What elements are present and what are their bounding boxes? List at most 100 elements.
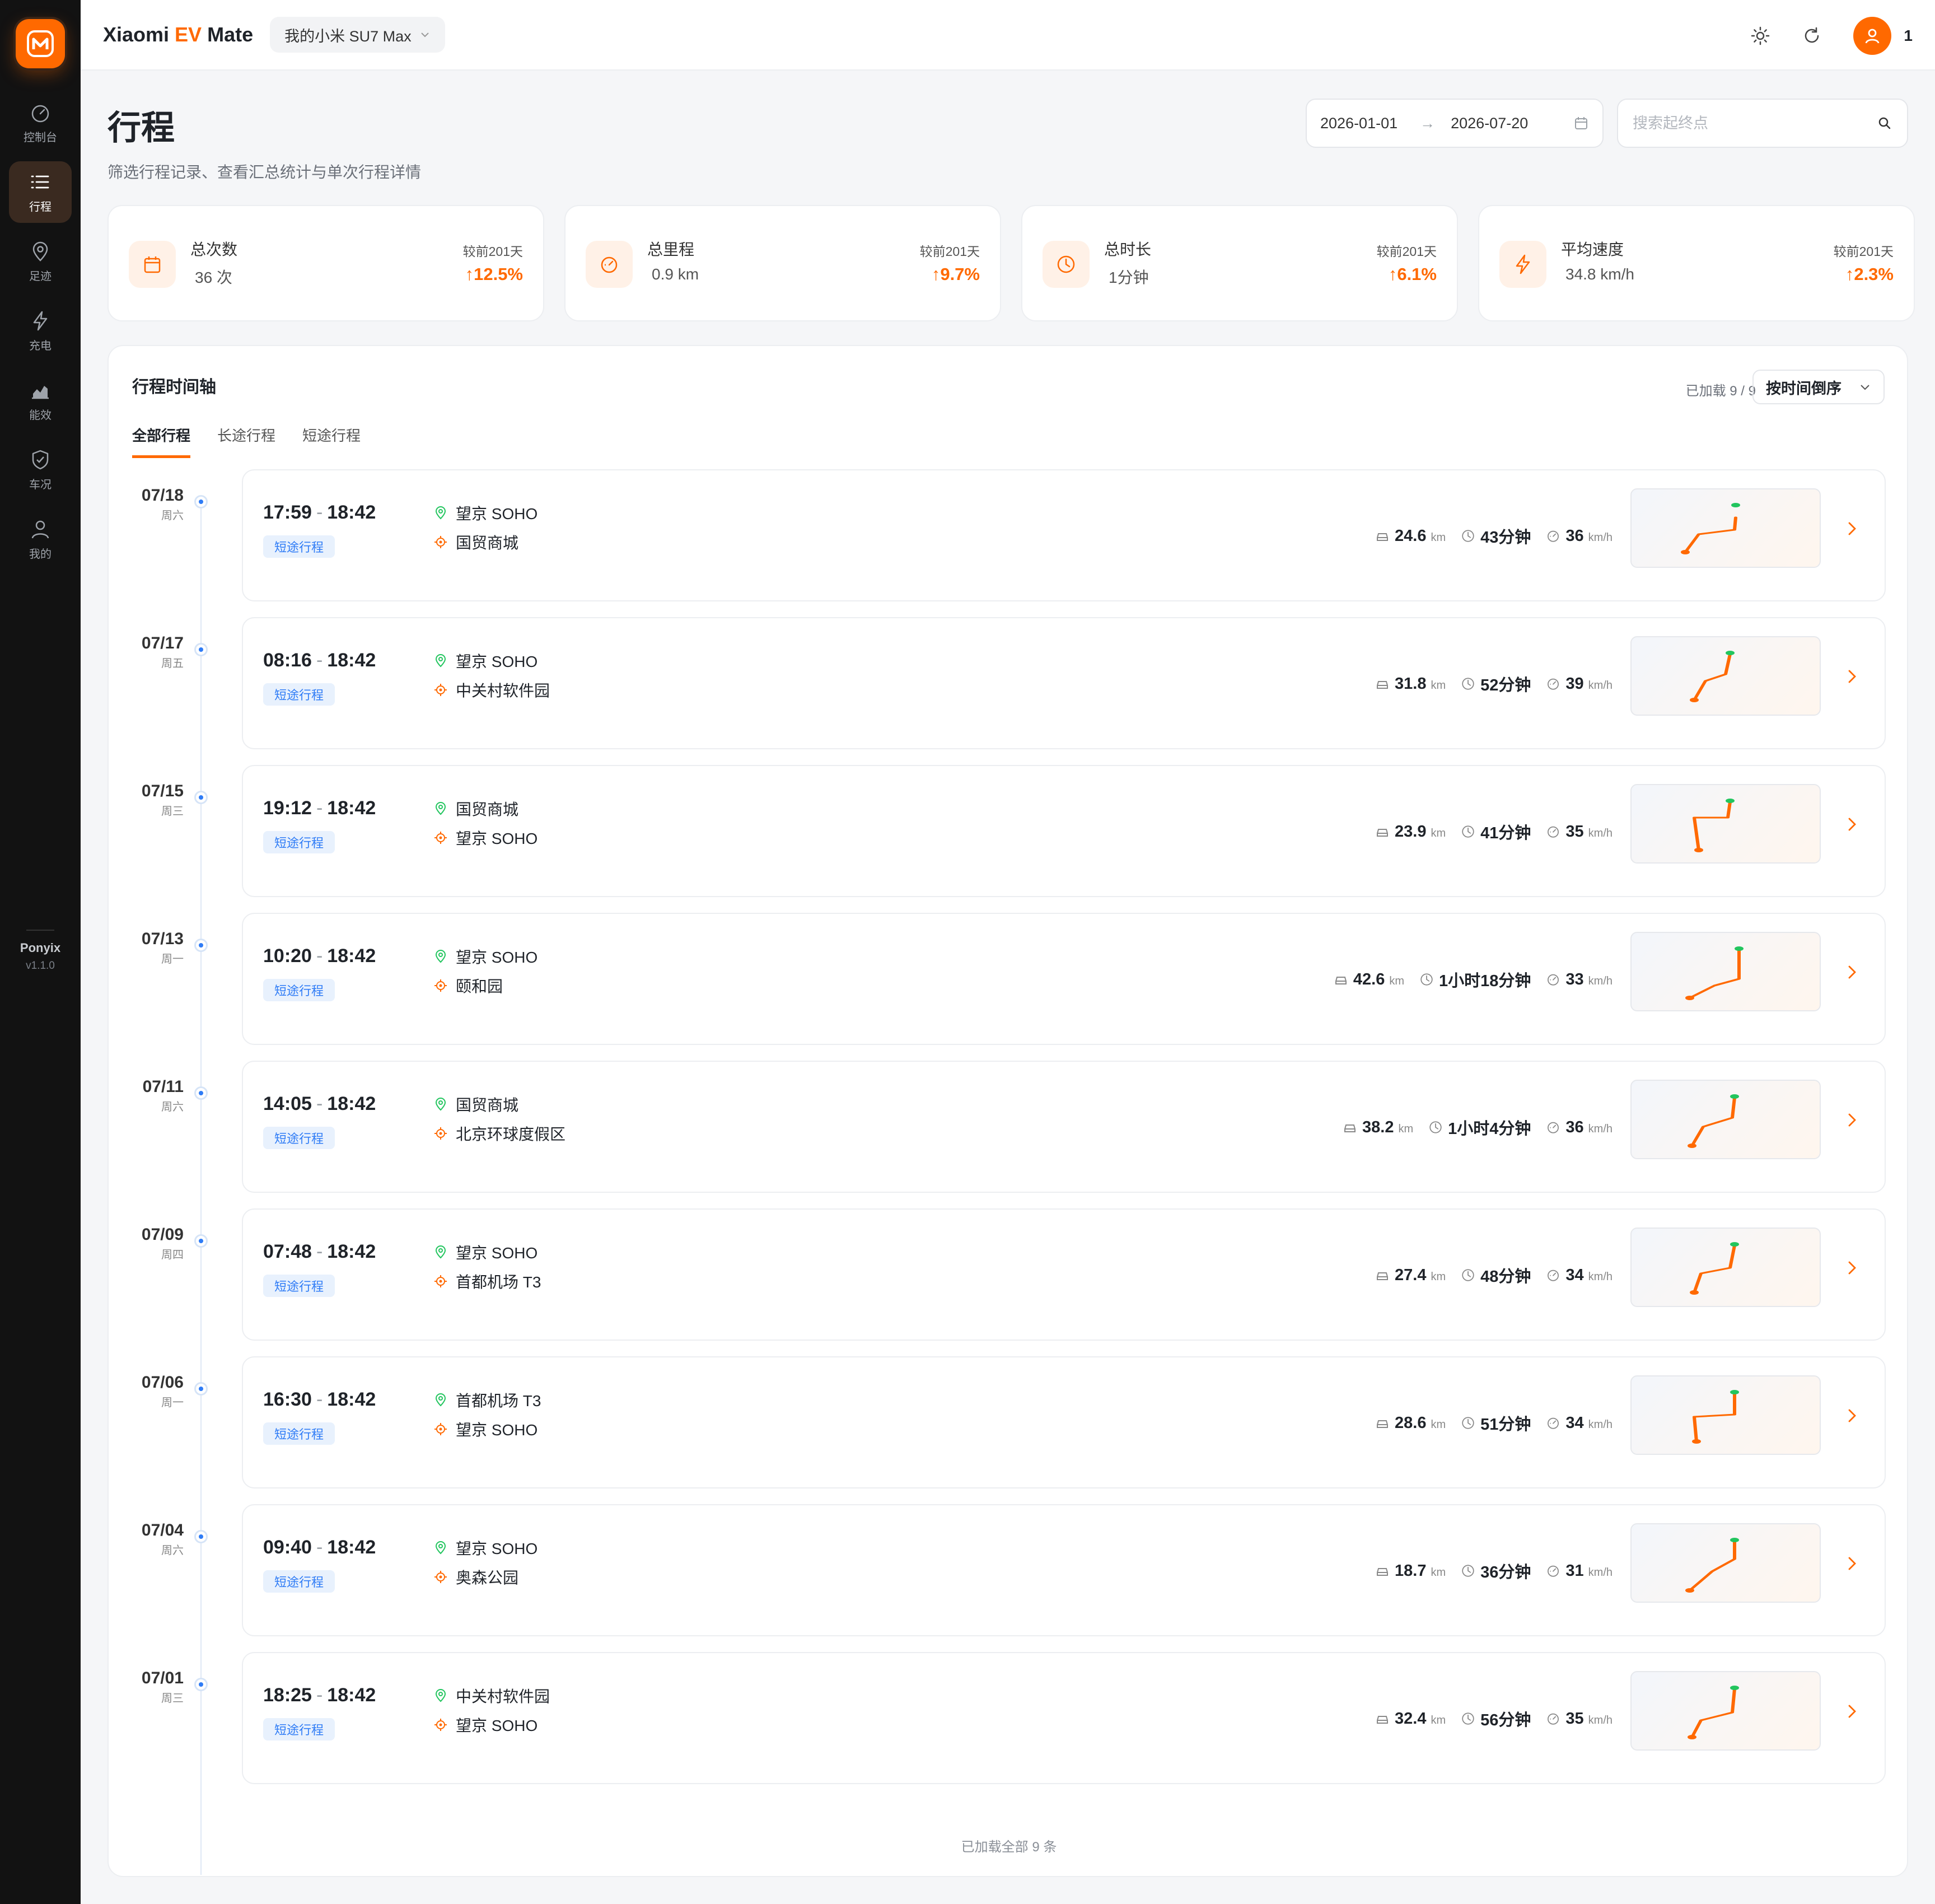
sort-dropdown[interactable]: 按时间倒序 bbox=[1752, 370, 1885, 404]
trip-distance: 23.9 km bbox=[1375, 823, 1446, 841]
date-range-picker[interactable]: 2026-01-01 → 2026-07-20 bbox=[1306, 99, 1604, 148]
trip-route-map[interactable] bbox=[1630, 932, 1821, 1011]
distance-value: 42.6 bbox=[1353, 970, 1385, 988]
chevron-right-icon[interactable] bbox=[1842, 814, 1862, 834]
trip-row: 07/09 周四 07:48-18:42 短途行程 望京 SOHO 首都机场 T3 27.4… bbox=[109, 1208, 1909, 1341]
chevron-right-icon[interactable] bbox=[1842, 1258, 1862, 1278]
car-select[interactable]: 我的小米 SU7 Max bbox=[270, 17, 445, 53]
trip-end-time: 18:42 bbox=[327, 1241, 376, 1262]
chevron-right-icon[interactable] bbox=[1842, 666, 1862, 687]
sidebar-item-2[interactable]: 足迹 bbox=[9, 231, 72, 292]
trip-start-time: 18:25 bbox=[263, 1684, 312, 1706]
speed-unit: km/h bbox=[1588, 1566, 1612, 1579]
timeline-dot bbox=[194, 495, 208, 508]
trip-time: 16:30-18:42 bbox=[263, 1389, 376, 1411]
location-pin-icon bbox=[32, 241, 48, 262]
trip-card[interactable]: 14:05-18:42 短途行程 国贸商城 北京环球度假区 38.2 km 1小时4分钟 36… bbox=[242, 1061, 1886, 1193]
speedometer-icon bbox=[1548, 1270, 1559, 1281]
date-start[interactable]: 2026-01-01 bbox=[1320, 115, 1398, 132]
sidebar-item-4[interactable]: 能效 bbox=[9, 370, 72, 431]
trip-route-map[interactable] bbox=[1630, 1228, 1821, 1307]
refresh-icon[interactable] bbox=[1802, 26, 1822, 46]
top-bar: Xiaomi EV Mate 我的小米 SU7 Max 1 bbox=[81, 0, 1935, 71]
trip-route-map[interactable] bbox=[1630, 1080, 1821, 1159]
time-separator: - bbox=[316, 945, 323, 967]
date-end[interactable]: 2026-07-20 bbox=[1451, 115, 1528, 132]
trip-route-map[interactable] bbox=[1630, 784, 1821, 864]
chevron-right-icon[interactable] bbox=[1842, 519, 1862, 539]
tab-2[interactable]: 短途行程 bbox=[302, 424, 361, 458]
trip-destination-name: 奥森公园 bbox=[456, 1569, 519, 1586]
route-map-drawing bbox=[1681, 503, 1740, 554]
version-label: v1.1.0 bbox=[26, 960, 55, 972]
chevron-right-icon[interactable] bbox=[1842, 1553, 1862, 1574]
sidebar-item-5[interactable]: 车况 bbox=[9, 439, 72, 501]
route-start-dot bbox=[1730, 1094, 1739, 1099]
route-line bbox=[1693, 1244, 1736, 1294]
stat-card: 总时长 1分钟 较前201天 ↑6.1% bbox=[1021, 205, 1458, 321]
route-map-drawing bbox=[1690, 651, 1735, 702]
trip-card[interactable]: 17:59-18:42 短途行程 望京 SOHO 国贸商城 24.6 km 43分钟 36 km… bbox=[242, 469, 1886, 601]
search-icon[interactable] bbox=[1877, 115, 1892, 131]
chevron-right-icon[interactable] bbox=[1842, 962, 1862, 982]
trip-route-map[interactable] bbox=[1630, 1375, 1821, 1455]
trip-destination: 中关村软件园 bbox=[433, 679, 550, 701]
trip-type-badge: 短途行程 bbox=[263, 979, 335, 1001]
trip-date: 07/04 周六 bbox=[142, 1521, 184, 1557]
trip-route-map[interactable] bbox=[1630, 636, 1821, 716]
trip-origin: 国贸商城 bbox=[433, 797, 518, 820]
stat-icon-box bbox=[1499, 241, 1546, 288]
trip-metrics: 27.4 km 48分钟 34 km/h bbox=[1375, 1263, 1612, 1287]
trip-route-map[interactable] bbox=[1630, 488, 1821, 568]
trip-date: 07/06 周一 bbox=[142, 1373, 184, 1410]
trip-speed: 31 km/h bbox=[1545, 1562, 1612, 1580]
sidebar-nav: 控制台行程足迹充电能效车况我的 bbox=[9, 92, 72, 570]
sidebar-item-0[interactable]: 控制台 bbox=[9, 92, 72, 153]
clock-icon bbox=[1462, 1712, 1474, 1725]
trip-card[interactable]: 08:16-18:42 短途行程 望京 SOHO 中关村软件园 31.8 km 52分钟 39… bbox=[242, 617, 1886, 749]
trip-card[interactable]: 18:25-18:42 短途行程 中关村软件园 望京 SOHO 32.4 km 56分钟 35… bbox=[242, 1652, 1886, 1784]
sidebar-item-1[interactable]: 行程 bbox=[9, 161, 72, 223]
trip-destination-name: 望京 SOHO bbox=[456, 1717, 538, 1734]
chevron-right-icon[interactable] bbox=[1842, 1110, 1862, 1130]
tab-0[interactable]: 全部行程 bbox=[132, 424, 191, 458]
trip-card[interactable]: 16:30-18:42 短途行程 首都机场 T3 望京 SOHO 28.6 km 51分钟 3… bbox=[242, 1356, 1886, 1488]
trip-origin: 望京 SOHO bbox=[433, 1241, 538, 1263]
trip-route-map[interactable] bbox=[1630, 1523, 1821, 1603]
sidebar-item-6[interactable]: 我的 bbox=[9, 508, 72, 570]
tab-1[interactable]: 长途行程 bbox=[217, 424, 275, 458]
speedometer-icon bbox=[1548, 1713, 1559, 1725]
trip-card[interactable]: 09:40-18:42 短途行程 望京 SOHO 奥森公园 18.7 km 36分钟 31 km… bbox=[242, 1504, 1886, 1636]
divider bbox=[26, 930, 54, 931]
sidebar-item-label: 足迹 bbox=[29, 270, 52, 283]
clock-icon bbox=[1462, 1269, 1474, 1281]
trip-distance: 32.4 km bbox=[1375, 1710, 1446, 1728]
trip-row: 07/17 周五 08:16-18:42 短途行程 望京 SOHO 中关村软件园 31.8 k… bbox=[109, 617, 1909, 749]
lightning-icon bbox=[33, 311, 48, 330]
sidebar-item-label: 车况 bbox=[29, 478, 52, 491]
sidebar-item-label: 行程 bbox=[29, 200, 52, 213]
app-logo[interactable] bbox=[16, 19, 65, 68]
duration-value: 51分钟 bbox=[1480, 1416, 1531, 1434]
stat-label: 总里程 bbox=[647, 241, 695, 258]
user-menu[interactable]: 1 bbox=[1853, 17, 1913, 55]
search-input[interactable] bbox=[1633, 114, 1877, 132]
trip-card[interactable]: 07:48-18:42 短途行程 望京 SOHO 首都机场 T3 27.4 km 48分钟 3… bbox=[242, 1208, 1886, 1341]
trip-card[interactable]: 19:12-18:42 短途行程 国贸商城 望京 SOHO 23.9 km 41分钟 35 km… bbox=[242, 765, 1886, 897]
route-end-dot bbox=[1688, 1144, 1696, 1148]
route-start-dot bbox=[1735, 946, 1744, 951]
chevron-right-icon[interactable] bbox=[1842, 1701, 1862, 1721]
duration-value: 41分钟 bbox=[1480, 824, 1531, 842]
trip-type-badge: 短途行程 bbox=[263, 1422, 335, 1445]
theme-toggle-icon[interactable] bbox=[1750, 26, 1770, 46]
sidebar-item-label: 控制台 bbox=[24, 131, 57, 144]
trip-card[interactable]: 10:20-18:42 短途行程 望京 SOHO 颐和园 42.6 km 1小时18分钟 33… bbox=[242, 913, 1886, 1045]
trip-destination-name: 颐和园 bbox=[456, 978, 503, 995]
sidebar-item-3[interactable]: 充电 bbox=[9, 300, 72, 362]
trip-speed: 35 km/h bbox=[1545, 823, 1612, 841]
stat-value: 34.8 km/h bbox=[1565, 265, 1634, 283]
trip-row: 07/01 周三 18:25-18:42 短途行程 中关村软件园 望京 SOHO 32.4 k… bbox=[109, 1652, 1909, 1784]
distance-unit: km bbox=[1389, 974, 1404, 987]
trip-route-map[interactable] bbox=[1630, 1671, 1821, 1751]
chevron-right-icon[interactable] bbox=[1842, 1406, 1862, 1426]
